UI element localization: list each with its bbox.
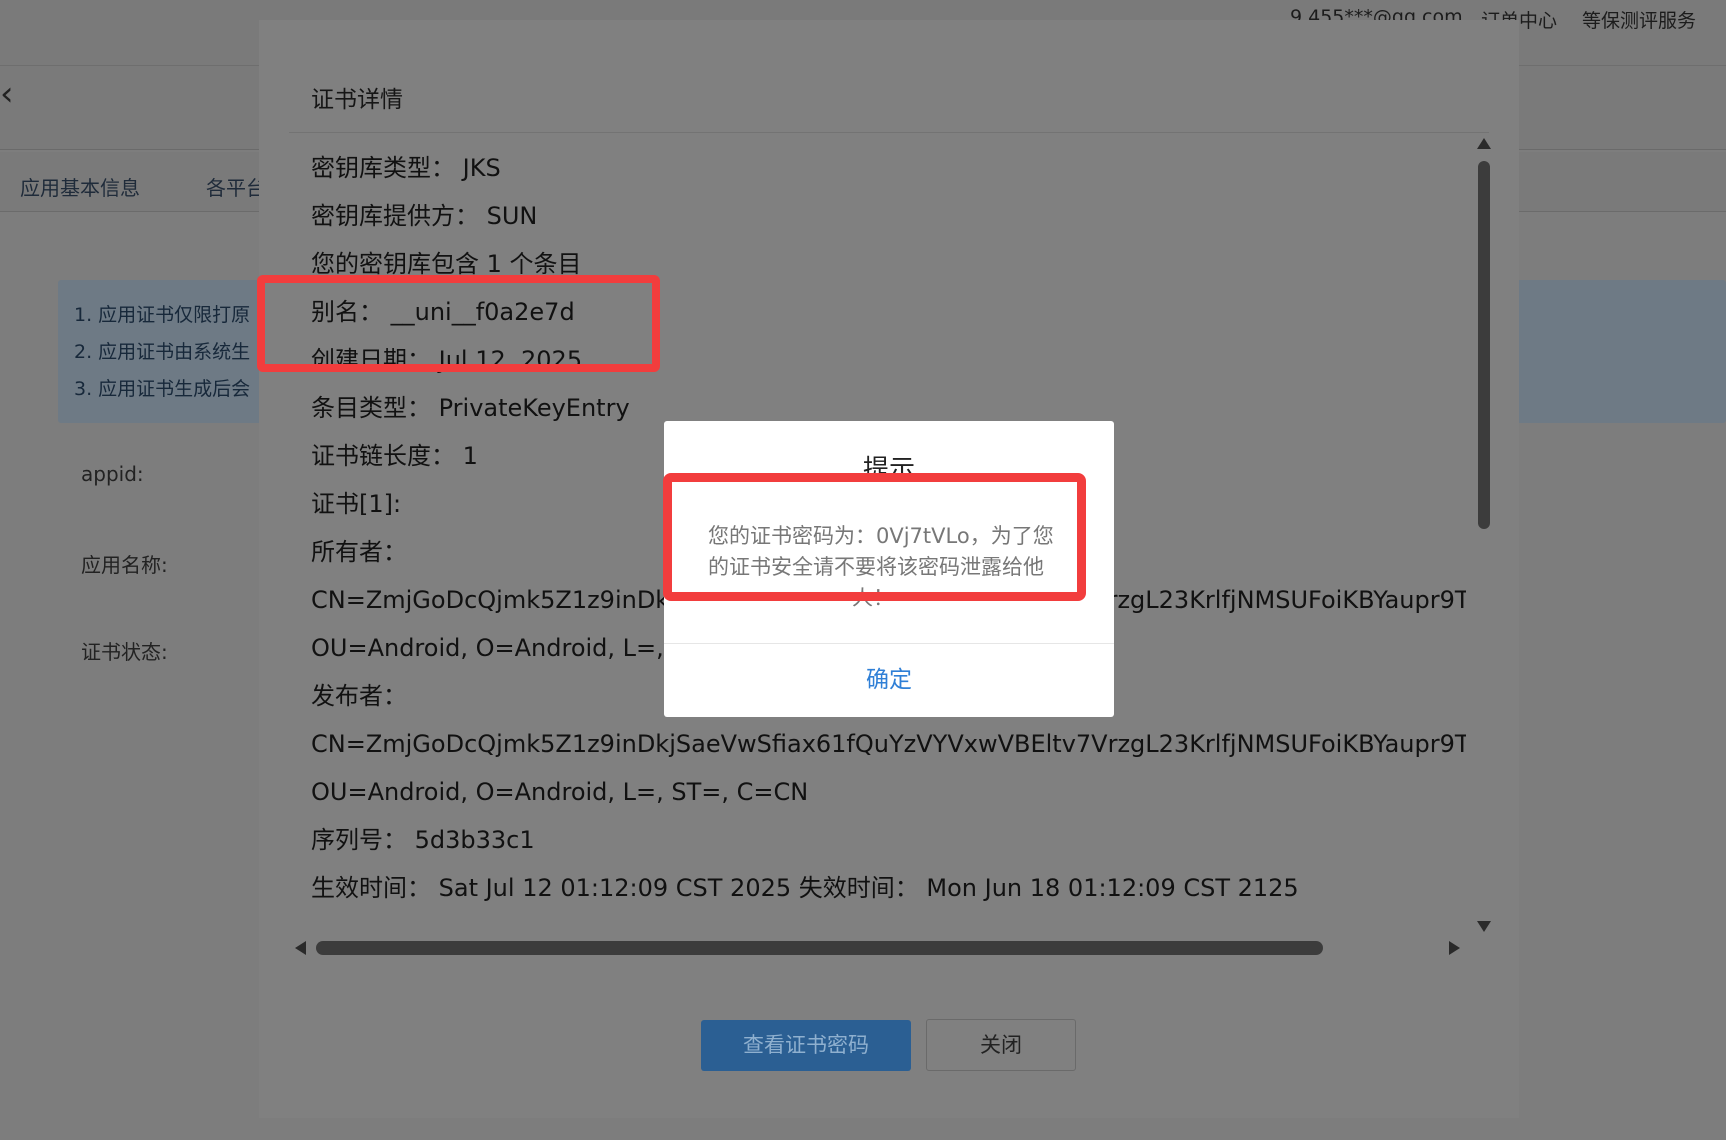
keystore-provider-line: 密钥库提供方： SUN [311, 202, 538, 230]
horizontal-scrollbar-thumb[interactable] [316, 941, 1323, 955]
issuer-ou-line: OU=Android, O=Android, L=, ST=, C=CN [311, 778, 809, 806]
scroll-up-arrow-icon[interactable] [1477, 138, 1491, 149]
issuer-label-line: 发布者： [311, 682, 407, 710]
back-arrow-icon[interactable]: ‹ [0, 74, 14, 114]
keystore-type-line: 密钥库类型： JKS [311, 154, 501, 182]
scroll-right-arrow-icon[interactable] [1449, 941, 1460, 955]
appid-label: appid: [81, 462, 144, 486]
notice-line: 1. 应用证书仅限打原 [74, 304, 251, 326]
tab-app-basic-info[interactable]: 应用基本信息 [20, 172, 140, 201]
serial-number-line: 序列号： 5d3b33c1 [311, 826, 535, 854]
dialog-divider [289, 132, 1489, 133]
dialog-title: 证书详情 [311, 87, 403, 113]
scroll-left-arrow-icon[interactable] [295, 941, 306, 955]
security-assessment-link[interactable]: 等保测评服务 [1582, 6, 1696, 33]
notice-line: 3. 应用证书生成后会 [74, 378, 251, 400]
close-button[interactable]: 关闭 [926, 1019, 1076, 1071]
chain-length-line: 证书链长度： 1 [311, 442, 478, 470]
issuer-cn-line: CN=ZmjGoDcQjmk5Z1z9inDkjSaeVwSfiax61fQuY… [311, 730, 1466, 758]
entry-type-line: 条目类型： PrivateKeyEntry [311, 394, 630, 422]
scroll-down-arrow-icon[interactable] [1477, 921, 1491, 932]
cert-status-label: 证书状态: [81, 640, 168, 664]
notice-line: 2. 应用证书由系统生 [74, 341, 251, 363]
owner-label-line: 所有者： [311, 538, 407, 566]
certificate-index-line: 证书[1]: [311, 490, 402, 518]
view-cert-password-button[interactable]: 查看证书密码 [701, 1020, 911, 1071]
confirm-button[interactable]: 确定 [664, 644, 1114, 717]
vertical-scrollbar-thumb[interactable] [1478, 161, 1490, 529]
alias-highlight-frame [257, 275, 660, 372]
password-highlight-frame [663, 473, 1086, 601]
tab-platforms[interactable]: 各平台 [206, 172, 266, 201]
app-name-label: 应用名称: [81, 553, 168, 577]
validity-line: 生效时间： Sat Jul 12 01:12:09 CST 2025 失效时间：… [311, 874, 1299, 902]
